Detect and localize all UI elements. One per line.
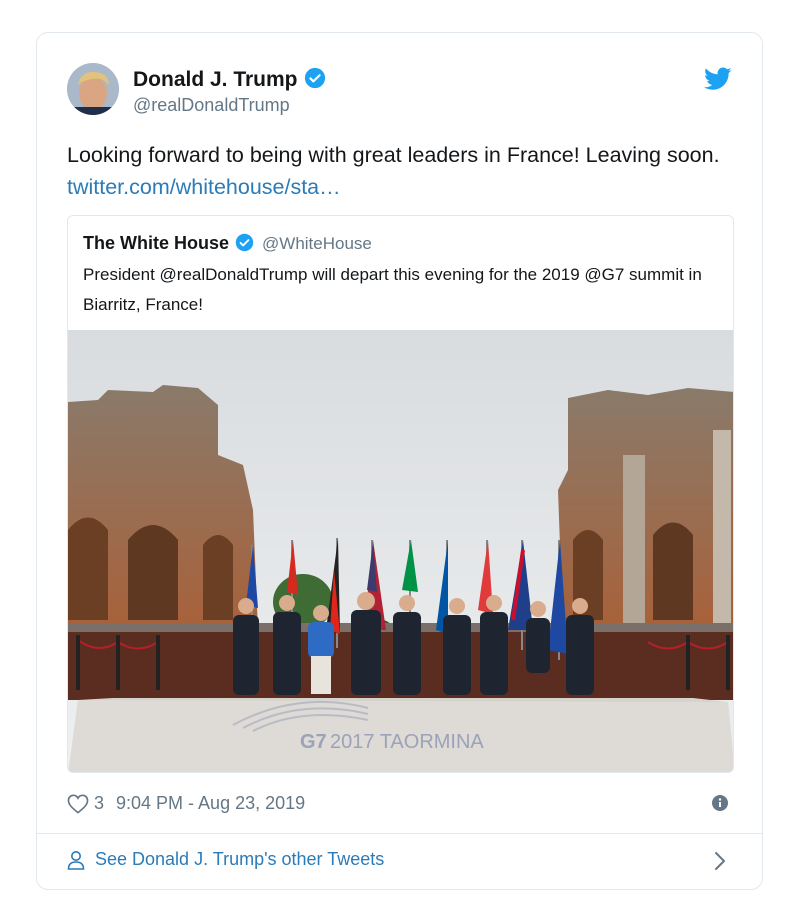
see-other-tweets-link[interactable]: See Donald J. Trump's other Tweets [67, 849, 384, 870]
author-name[interactable]: Donald J. Trump [133, 67, 326, 95]
timestamp[interactable]: 9:04 PM - Aug 23, 2019 [116, 793, 305, 814]
quoted-tweet[interactable]: The White House @WhiteHouse President @re… [67, 215, 734, 773]
tweet-meta: 3 9:04 PM - Aug 23, 2019 [67, 793, 305, 814]
quoted-tweet-photo[interactable]: G7 2017 TAORMINA [68, 330, 733, 772]
twitter-bird-icon[interactable] [704, 67, 732, 91]
quoted-author-handle: @WhiteHouse [262, 234, 372, 253]
quoted-author[interactable]: The White House @WhiteHouse [83, 233, 372, 257]
like-count: 3 [94, 793, 105, 813]
embedded-tweet-card: Donald J. Trump @realDonaldTrump Looking… [36, 32, 763, 890]
tweet-body: Looking forward to being with great lead… [67, 143, 720, 167]
person-icon [67, 850, 85, 870]
quoted-author-name: The White House [83, 233, 230, 253]
author-avatar[interactable] [67, 63, 119, 115]
chevron-right-icon[interactable] [714, 851, 726, 871]
verified-badge-icon [304, 67, 326, 95]
verified-badge-icon [235, 233, 254, 257]
divider [37, 833, 762, 834]
info-icon[interactable] [712, 795, 728, 811]
tweet-link[interactable]: twitter.com/whitehouse/sta… [67, 175, 341, 199]
plinth-caption-rest: 2017 TAORMINA [330, 731, 484, 753]
author-handle[interactable]: @realDonaldTrump [133, 95, 290, 116]
quoted-tweet-text: President @realDonaldTrump will depart t… [83, 265, 702, 314]
heart-icon[interactable] [67, 794, 89, 814]
author-name-text: Donald J. Trump [133, 68, 298, 91]
see-other-tweets-label: See Donald J. Trump's other Tweets [95, 849, 385, 869]
plinth-caption: G7 [300, 731, 327, 753]
tweet-text: Looking forward to being with great lead… [67, 139, 727, 203]
